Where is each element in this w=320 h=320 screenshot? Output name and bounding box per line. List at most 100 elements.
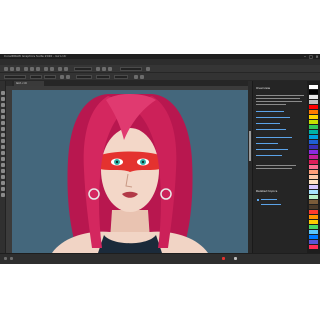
color-swatch[interactable] [309, 230, 318, 234]
color-swatch[interactable] [309, 210, 318, 214]
color-swatch[interactable] [309, 155, 318, 159]
panel-text-line [256, 101, 302, 102]
panel-link[interactable] [256, 143, 278, 144]
paste-icon[interactable] [36, 67, 40, 71]
text-tool-icon[interactable] [1, 145, 5, 149]
parallel-dimension-icon[interactable] [1, 151, 5, 155]
panel-link[interactable] [256, 117, 290, 118]
portrait-icon[interactable] [60, 75, 64, 79]
rectangle-tool-icon[interactable] [1, 127, 5, 131]
color-swatch[interactable] [309, 220, 318, 224]
zoom-level-field[interactable] [74, 67, 92, 71]
connector-tool-icon[interactable] [1, 157, 5, 161]
color-swatch[interactable] [309, 145, 318, 149]
copy-icon[interactable] [30, 67, 34, 71]
color-swatch[interactable] [309, 135, 318, 139]
panel-link[interactable] [261, 204, 281, 205]
eyedropper-tool-icon[interactable] [1, 175, 5, 179]
save-icon[interactable] [16, 67, 20, 71]
grid-icon[interactable] [108, 67, 112, 71]
next-page-icon[interactable] [10, 257, 13, 260]
units-field[interactable] [76, 75, 92, 79]
drawing-canvas[interactable] [12, 90, 248, 253]
color-swatch[interactable] [309, 235, 318, 239]
color-swatch[interactable] [309, 160, 318, 164]
color-swatch[interactable] [309, 120, 318, 124]
page-size-field[interactable] [4, 75, 26, 79]
export-icon[interactable] [64, 67, 68, 71]
current-page-icon[interactable] [140, 75, 144, 79]
color-swatch[interactable] [309, 225, 318, 229]
color-swatch[interactable] [309, 175, 318, 179]
options-icon[interactable] [146, 67, 150, 71]
standard-toolbar [0, 65, 320, 73]
redo-icon[interactable] [50, 67, 54, 71]
color-swatch[interactable] [309, 125, 318, 129]
all-pages-icon[interactable] [134, 75, 138, 79]
page-navigator-icon[interactable] [4, 257, 7, 260]
snap-to-field[interactable] [120, 67, 142, 71]
pick-tool-icon[interactable] [1, 91, 5, 95]
related-topics-heading: Related topics [256, 189, 278, 193]
color-swatch[interactable] [309, 245, 318, 249]
ellipse-tool-icon[interactable] [1, 133, 5, 137]
landscape-icon[interactable] [66, 75, 70, 79]
outline-indicator-icon[interactable] [234, 257, 237, 260]
color-swatch[interactable] [309, 100, 318, 104]
color-swatch[interactable] [309, 140, 318, 144]
color-swatch[interactable] [309, 150, 318, 154]
full-screen-icon[interactable] [96, 67, 100, 71]
panel-link[interactable] [256, 111, 284, 112]
nudge-distance-field[interactable] [96, 75, 110, 79]
color-swatch[interactable] [309, 200, 318, 204]
docker-panel: Overview Related topics [252, 81, 307, 253]
transparency-tool-icon[interactable] [1, 169, 5, 173]
color-swatch[interactable] [309, 85, 318, 89]
color-swatch[interactable] [309, 105, 318, 109]
panel-title: Overview [256, 86, 271, 90]
fill-indicator-icon[interactable] [222, 257, 225, 260]
color-swatch[interactable] [309, 170, 318, 174]
freehand-tool-icon[interactable] [1, 115, 5, 119]
panel-link[interactable] [256, 155, 282, 156]
color-swatch[interactable] [309, 180, 318, 184]
panel-link[interactable] [261, 199, 277, 200]
zoom-tool-icon[interactable] [1, 109, 5, 113]
add-tool-icon[interactable] [1, 193, 5, 197]
scroll-thumb[interactable] [249, 131, 251, 161]
color-swatch[interactable] [309, 185, 318, 189]
color-swatch[interactable] [309, 240, 318, 244]
artistic-media-icon[interactable] [1, 121, 5, 125]
color-swatch[interactable] [309, 190, 318, 194]
panel-text-line [256, 104, 286, 105]
color-swatch[interactable] [309, 205, 318, 209]
color-swatch[interactable] [309, 215, 318, 219]
color-swatch[interactable] [309, 90, 318, 94]
polygon-tool-icon[interactable] [1, 139, 5, 143]
panel-link[interactable] [256, 149, 288, 150]
panel-link[interactable] [256, 137, 292, 138]
crop-tool-icon[interactable] [1, 103, 5, 107]
panel-link[interactable] [256, 123, 280, 124]
page-height-field[interactable] [44, 75, 56, 79]
color-swatch[interactable] [309, 195, 318, 199]
page-width-field[interactable] [30, 75, 42, 79]
cut-icon[interactable] [24, 67, 28, 71]
color-swatch[interactable] [309, 165, 318, 169]
new-document-icon[interactable] [4, 67, 8, 71]
drop-shadow-icon[interactable] [1, 163, 5, 167]
color-swatch[interactable] [309, 115, 318, 119]
shape-tool-icon[interactable] [1, 97, 5, 101]
undo-icon[interactable] [44, 67, 48, 71]
panel-link[interactable] [256, 129, 286, 130]
color-swatch[interactable] [309, 110, 318, 114]
rulers-icon[interactable] [102, 67, 106, 71]
color-swatch[interactable] [309, 95, 318, 99]
open-icon[interactable] [10, 67, 14, 71]
import-icon[interactable] [58, 67, 62, 71]
panel-text-line [256, 95, 304, 96]
color-swatch[interactable] [309, 130, 318, 134]
duplicate-distance-field[interactable] [114, 75, 128, 79]
interactive-fill-icon[interactable] [1, 181, 5, 185]
smart-fill-icon[interactable] [1, 187, 5, 191]
